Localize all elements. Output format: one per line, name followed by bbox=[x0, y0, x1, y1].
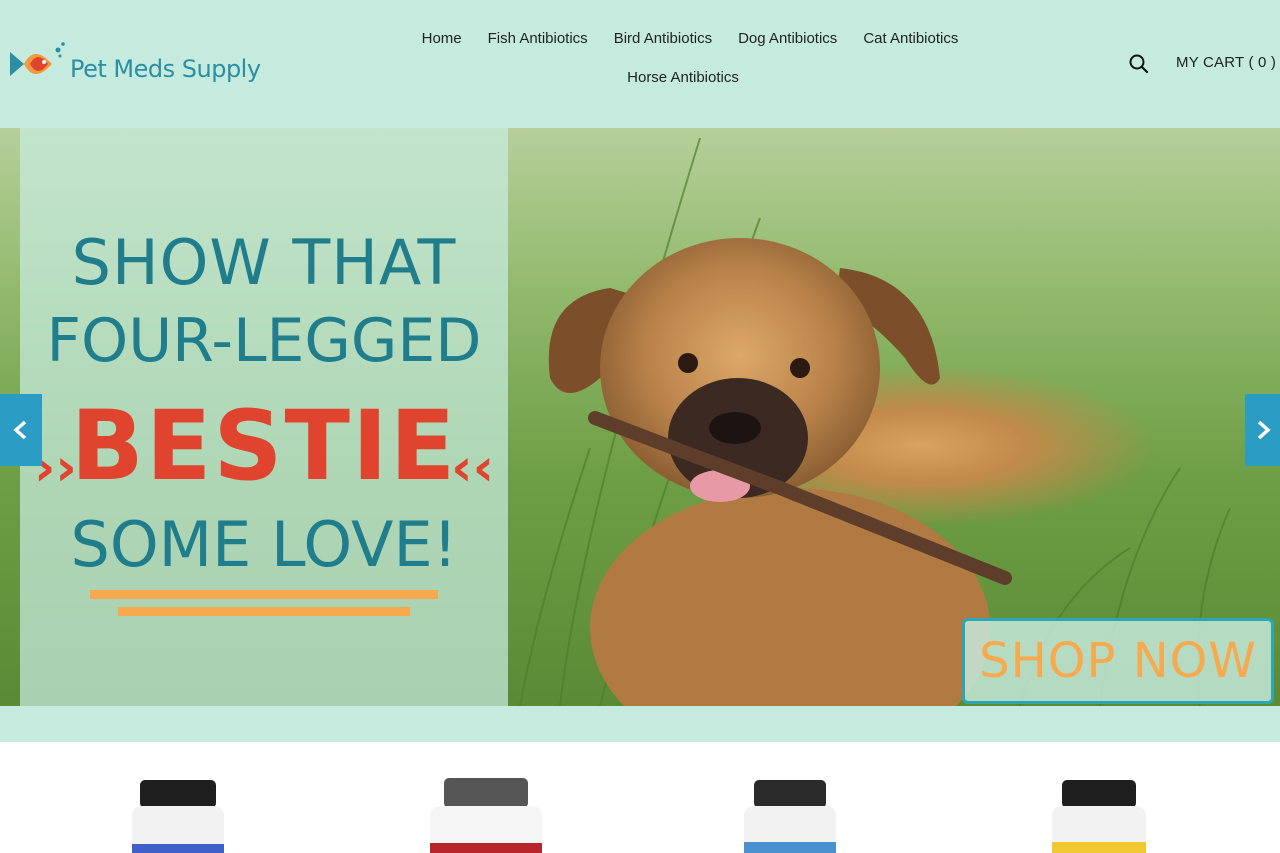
chevron-right-icon bbox=[1257, 420, 1271, 440]
hero-underline-1 bbox=[90, 590, 438, 599]
hero-slider: SHOW THAT FOUR-LEGGED ›› BESTIE ‹‹ SOME … bbox=[0, 128, 1280, 706]
slider-prev-button[interactable] bbox=[0, 394, 42, 466]
nav-fish-antibiotics[interactable]: Fish Antibiotics bbox=[475, 22, 601, 55]
hero-line-1: SHOW THAT bbox=[71, 226, 457, 299]
nav-home[interactable]: Home bbox=[409, 22, 475, 55]
product-image[interactable] bbox=[1050, 778, 1148, 853]
product-image[interactable] bbox=[128, 778, 228, 853]
fish-logo-icon bbox=[10, 42, 65, 76]
search-icon[interactable] bbox=[1128, 53, 1150, 75]
shop-now-button[interactable]: SHOP NOW bbox=[962, 618, 1274, 704]
hero-text-panel: SHOW THAT FOUR-LEGGED ›› BESTIE ‹‹ SOME … bbox=[20, 128, 508, 706]
slider-next-button[interactable] bbox=[1245, 394, 1280, 466]
cart-link[interactable]: MY CART ( 0 ) bbox=[1176, 54, 1276, 71]
hero-chevron-right: ‹‹ bbox=[451, 438, 494, 498]
chevron-left-icon bbox=[13, 420, 27, 440]
product-row bbox=[0, 742, 1280, 853]
hero-underline-2 bbox=[118, 607, 410, 616]
hero-bottom-strip bbox=[0, 706, 1280, 742]
hero-line-2: FOUR-LEGGED bbox=[46, 306, 482, 376]
nav-dog-antibiotics[interactable]: Dog Antibiotics bbox=[725, 22, 850, 55]
brand-name: Pet Meds Supply bbox=[70, 55, 261, 83]
nav-horse-antibiotics[interactable]: Horse Antibiotics bbox=[614, 61, 752, 94]
main-nav: Home Fish Antibiotics Bird Antibiotics D… bbox=[380, 22, 1000, 94]
hero-line-4: SOME LOVE! bbox=[70, 508, 458, 581]
nav-bird-antibiotics[interactable]: Bird Antibiotics bbox=[601, 22, 725, 55]
product-image[interactable] bbox=[428, 778, 544, 853]
site-header: Pet Meds Supply Home Fish Antibiotics Bi… bbox=[0, 0, 1280, 128]
hero-line-3: BESTIE bbox=[70, 390, 458, 502]
logo[interactable]: Pet Meds Supply bbox=[8, 38, 268, 90]
product-image[interactable] bbox=[742, 778, 838, 853]
nav-cat-antibiotics[interactable]: Cat Antibiotics bbox=[850, 22, 971, 55]
